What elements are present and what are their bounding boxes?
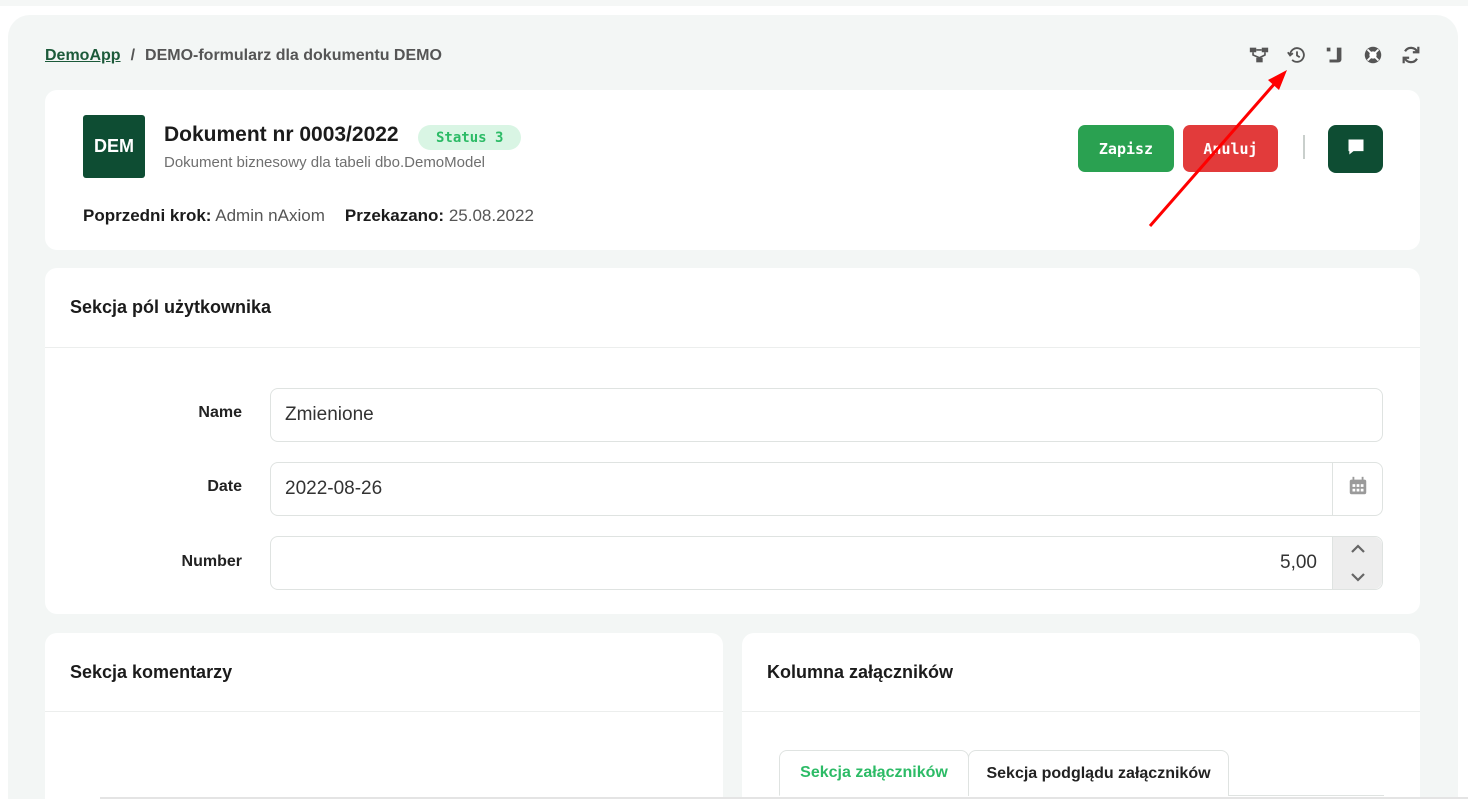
number-stepper[interactable] (1332, 537, 1382, 589)
scroll-icon[interactable] (1322, 42, 1348, 68)
attachments-section-title: Kolumna załączników (767, 662, 954, 682)
number-field-value: 5,00 (1280, 552, 1317, 573)
passed-date-value: 25.08.2022 (448, 206, 534, 225)
date-field-label: Date (207, 478, 242, 495)
breadcrumb-app-link[interactable]: DemoApp (45, 47, 121, 65)
date-field[interactable]: 2022-08-26 (270, 462, 1383, 516)
date-field-value: 2022-08-26 (285, 478, 383, 499)
number-field[interactable]: 5,00 (270, 536, 1383, 590)
comments-section-title: Sekcja komentarzy (70, 662, 233, 682)
previous-step: Poprzedni krok: Admin nAxiom (83, 206, 325, 226)
number-field-label: Number (181, 553, 242, 570)
section-divider (45, 347, 1420, 348)
attachments-section: Kolumna załączników Sekcja załączników S… (742, 633, 1420, 799)
document-avatar: DEM (83, 115, 145, 178)
document-subtitle: Dokument biznesowy dla tabeli dbo.DemoMo… (164, 154, 486, 171)
chevron-up-icon[interactable] (1350, 538, 1366, 560)
calendar-icon (1347, 475, 1369, 503)
breadcrumb: DemoApp / DEMO-formularz dla dokumentu D… (45, 47, 442, 65)
refresh-icon[interactable] (1398, 42, 1424, 68)
section-divider (742, 711, 1420, 712)
previous-step-value: Admin nAxiom (215, 206, 325, 225)
toolbar-divider (1303, 135, 1305, 159)
help-icon[interactable] (1360, 42, 1386, 68)
workflow-icon[interactable] (1246, 42, 1272, 68)
passed-date-label: Przekazano: (344, 206, 445, 225)
user-fields-section: Sekcja pól użytkownika Name Zmienione Da… (45, 268, 1420, 614)
document-header-card: DEM Dokument nr 0003/2022 Status 3 Dokum… (45, 90, 1420, 250)
status-badge: Status 3 (418, 125, 522, 150)
passed-date: Przekazano: 25.08.2022 (345, 206, 534, 226)
page-toolbar (1246, 42, 1424, 68)
breadcrumb-current-page: DEMO-formularz dla dokumentu DEMO (145, 47, 442, 64)
save-button[interactable]: Zapisz (1078, 125, 1174, 172)
user-fields-section-title: Sekcja pól użytkownika (70, 297, 272, 317)
top-strip (0, 0, 1468, 6)
document-title: Dokument nr 0003/2022 (164, 123, 399, 146)
breadcrumb-separator: / (130, 47, 136, 64)
comment-button[interactable] (1328, 125, 1383, 173)
name-field-label: Name (198, 404, 242, 421)
name-field[interactable]: Zmienione (270, 388, 1383, 442)
previous-step-label: Poprzedni krok: (83, 206, 212, 225)
section-divider (45, 711, 723, 712)
cancel-button[interactable]: Anuluj (1183, 125, 1278, 172)
calendar-button[interactable] (1332, 463, 1382, 515)
chat-icon (1346, 137, 1366, 162)
history-icon[interactable] (1284, 42, 1310, 68)
tab-attachments-preview[interactable]: Sekcja podglądu załączników (968, 750, 1229, 796)
chevron-down-icon[interactable] (1350, 566, 1366, 588)
tab-attachments[interactable]: Sekcja załączników (779, 750, 969, 796)
document-meta: Poprzedni krok: Admin nAxiom Przekazano:… (83, 206, 534, 226)
comments-section: Sekcja komentarzy (45, 633, 723, 799)
